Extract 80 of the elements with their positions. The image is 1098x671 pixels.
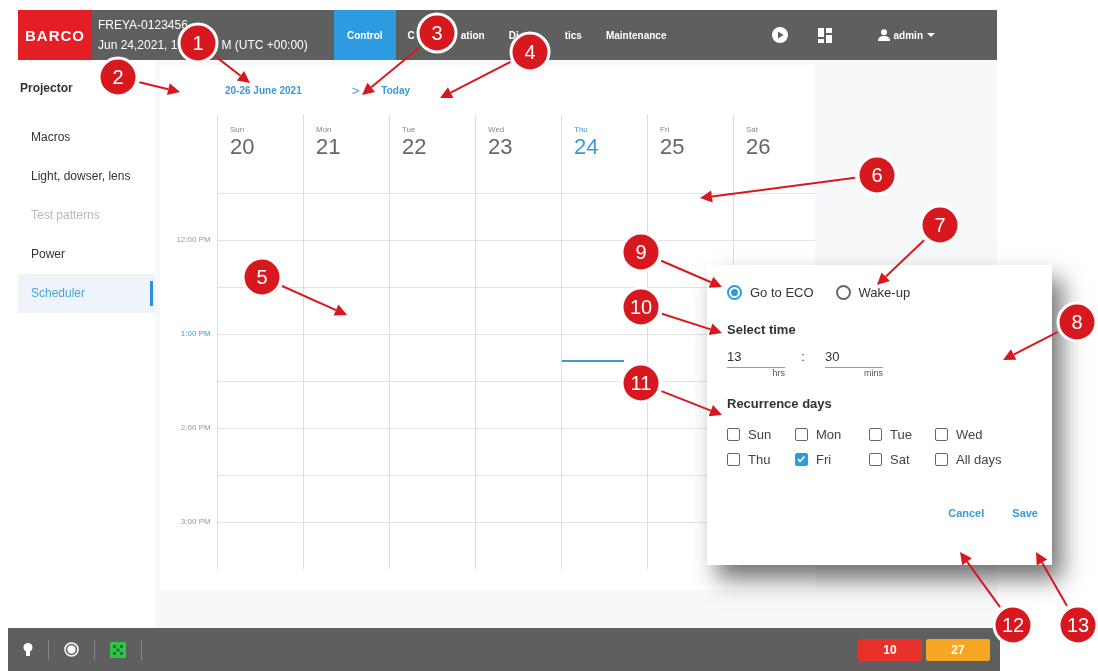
time-label: 3:00 PM [179, 517, 212, 528]
caret-icon [927, 33, 935, 37]
checkbox[interactable] [795, 453, 808, 466]
section-heading: Recurrence days [727, 396, 833, 411]
section-heading: Select time [727, 322, 797, 337]
weekday-label: Wed [488, 125, 505, 134]
sidebar-item[interactable]: Power [18, 235, 155, 274]
day-checkbox-option[interactable]: All days [935, 452, 1025, 467]
callout-marker: 12 [992, 604, 1034, 646]
unit-label: hrs [771, 368, 785, 378]
callout-arrow [660, 259, 722, 288]
checkbox[interactable] [869, 428, 882, 441]
callout-marker: 8 [1056, 301, 1098, 343]
day-checkbox-option[interactable]: Mon [795, 427, 869, 442]
date-time: M (UTC +00:00) [221, 38, 308, 52]
user-menu[interactable]: admin [871, 28, 941, 42]
selection-bar [150, 281, 153, 306]
time-label: 12:00 PM [175, 235, 212, 246]
weekday-label: Thu [574, 125, 588, 134]
day-number: 20 [230, 134, 255, 160]
sidebar-item[interactable]: Macros [18, 118, 155, 157]
day-checkbox-option[interactable]: Fri [795, 452, 869, 467]
section-title: Projector [20, 81, 73, 95]
day-checkbox-option[interactable]: Wed [935, 427, 1025, 442]
checkbox[interactable] [727, 453, 740, 466]
dashboard-icon[interactable] [817, 27, 832, 43]
radio-option[interactable]: Go to ECO [727, 285, 814, 300]
barco-logo: BARCO [18, 10, 92, 60]
lightbulb-icon[interactable] [23, 643, 33, 656]
date-range: 20-26 June 2021 [225, 84, 302, 96]
checkbox[interactable] [935, 453, 948, 466]
day-checkbox-option[interactable]: Sun [727, 427, 795, 442]
callout-arrow [281, 285, 347, 316]
time-label: 1:00 PM [179, 329, 212, 340]
callout-arrow [214, 55, 250, 83]
radio-button[interactable] [835, 285, 851, 300]
day-checkbox-option[interactable]: Sat [869, 452, 935, 467]
checkbox[interactable] [869, 453, 882, 466]
date-time: Jun 24,2021, 1 [98, 38, 178, 52]
checkbox[interactable] [795, 428, 808, 441]
weekday-label: Mon [316, 125, 332, 134]
time-separator: : [800, 349, 806, 364]
test-pattern-icon[interactable] [110, 641, 126, 658]
play-icon[interactable] [771, 27, 788, 43]
hours-field[interactable]: 13 [727, 349, 785, 368]
callout-marker: 13 [1057, 604, 1098, 646]
checkbox[interactable] [935, 428, 948, 441]
device-name: FREYA-0123456 [98, 18, 189, 32]
day-number: 22 [402, 134, 427, 160]
unit-label: mins [863, 368, 883, 378]
day-checkbox-option[interactable]: Thu [727, 452, 795, 467]
callout-arrow [660, 390, 722, 417]
radio-button[interactable] [727, 285, 742, 300]
nav-tab[interactable]: Maintenance [593, 10, 679, 60]
callout-arrow [960, 552, 1002, 609]
callout-arrow [138, 81, 180, 95]
day-checkbox-option[interactable]: Tue [869, 427, 935, 442]
day-number: 25 [660, 134, 685, 160]
day-number: 23 [488, 134, 513, 160]
person-icon [877, 29, 890, 41]
weekday-label: Sun [230, 125, 245, 134]
weekday-label: Fri [660, 125, 670, 134]
checkbox[interactable] [727, 428, 740, 441]
weekday-label: Sat [746, 125, 758, 134]
callout-marker: 3 [416, 12, 458, 54]
time-label: 2:00 PM [179, 423, 212, 434]
current-time-line [561, 360, 624, 362]
callout-arrow [1036, 552, 1069, 607]
day-number: 24 [574, 134, 599, 160]
shutter-icon[interactable] [64, 642, 79, 657]
sidebar-item[interactable]: Light, dowser, lens [18, 157, 155, 196]
weekday-label: Tue [402, 125, 416, 134]
callout-arrow [877, 239, 926, 285]
callout-arrow [362, 46, 422, 95]
day-number: 26 [746, 134, 771, 160]
callout-arrow [1003, 331, 1059, 360]
callout-arrow [660, 312, 722, 336]
day-number: 21 [316, 134, 341, 160]
count-badge[interactable]: 10 [858, 638, 922, 661]
minutes-field[interactable]: 30 [825, 349, 883, 368]
